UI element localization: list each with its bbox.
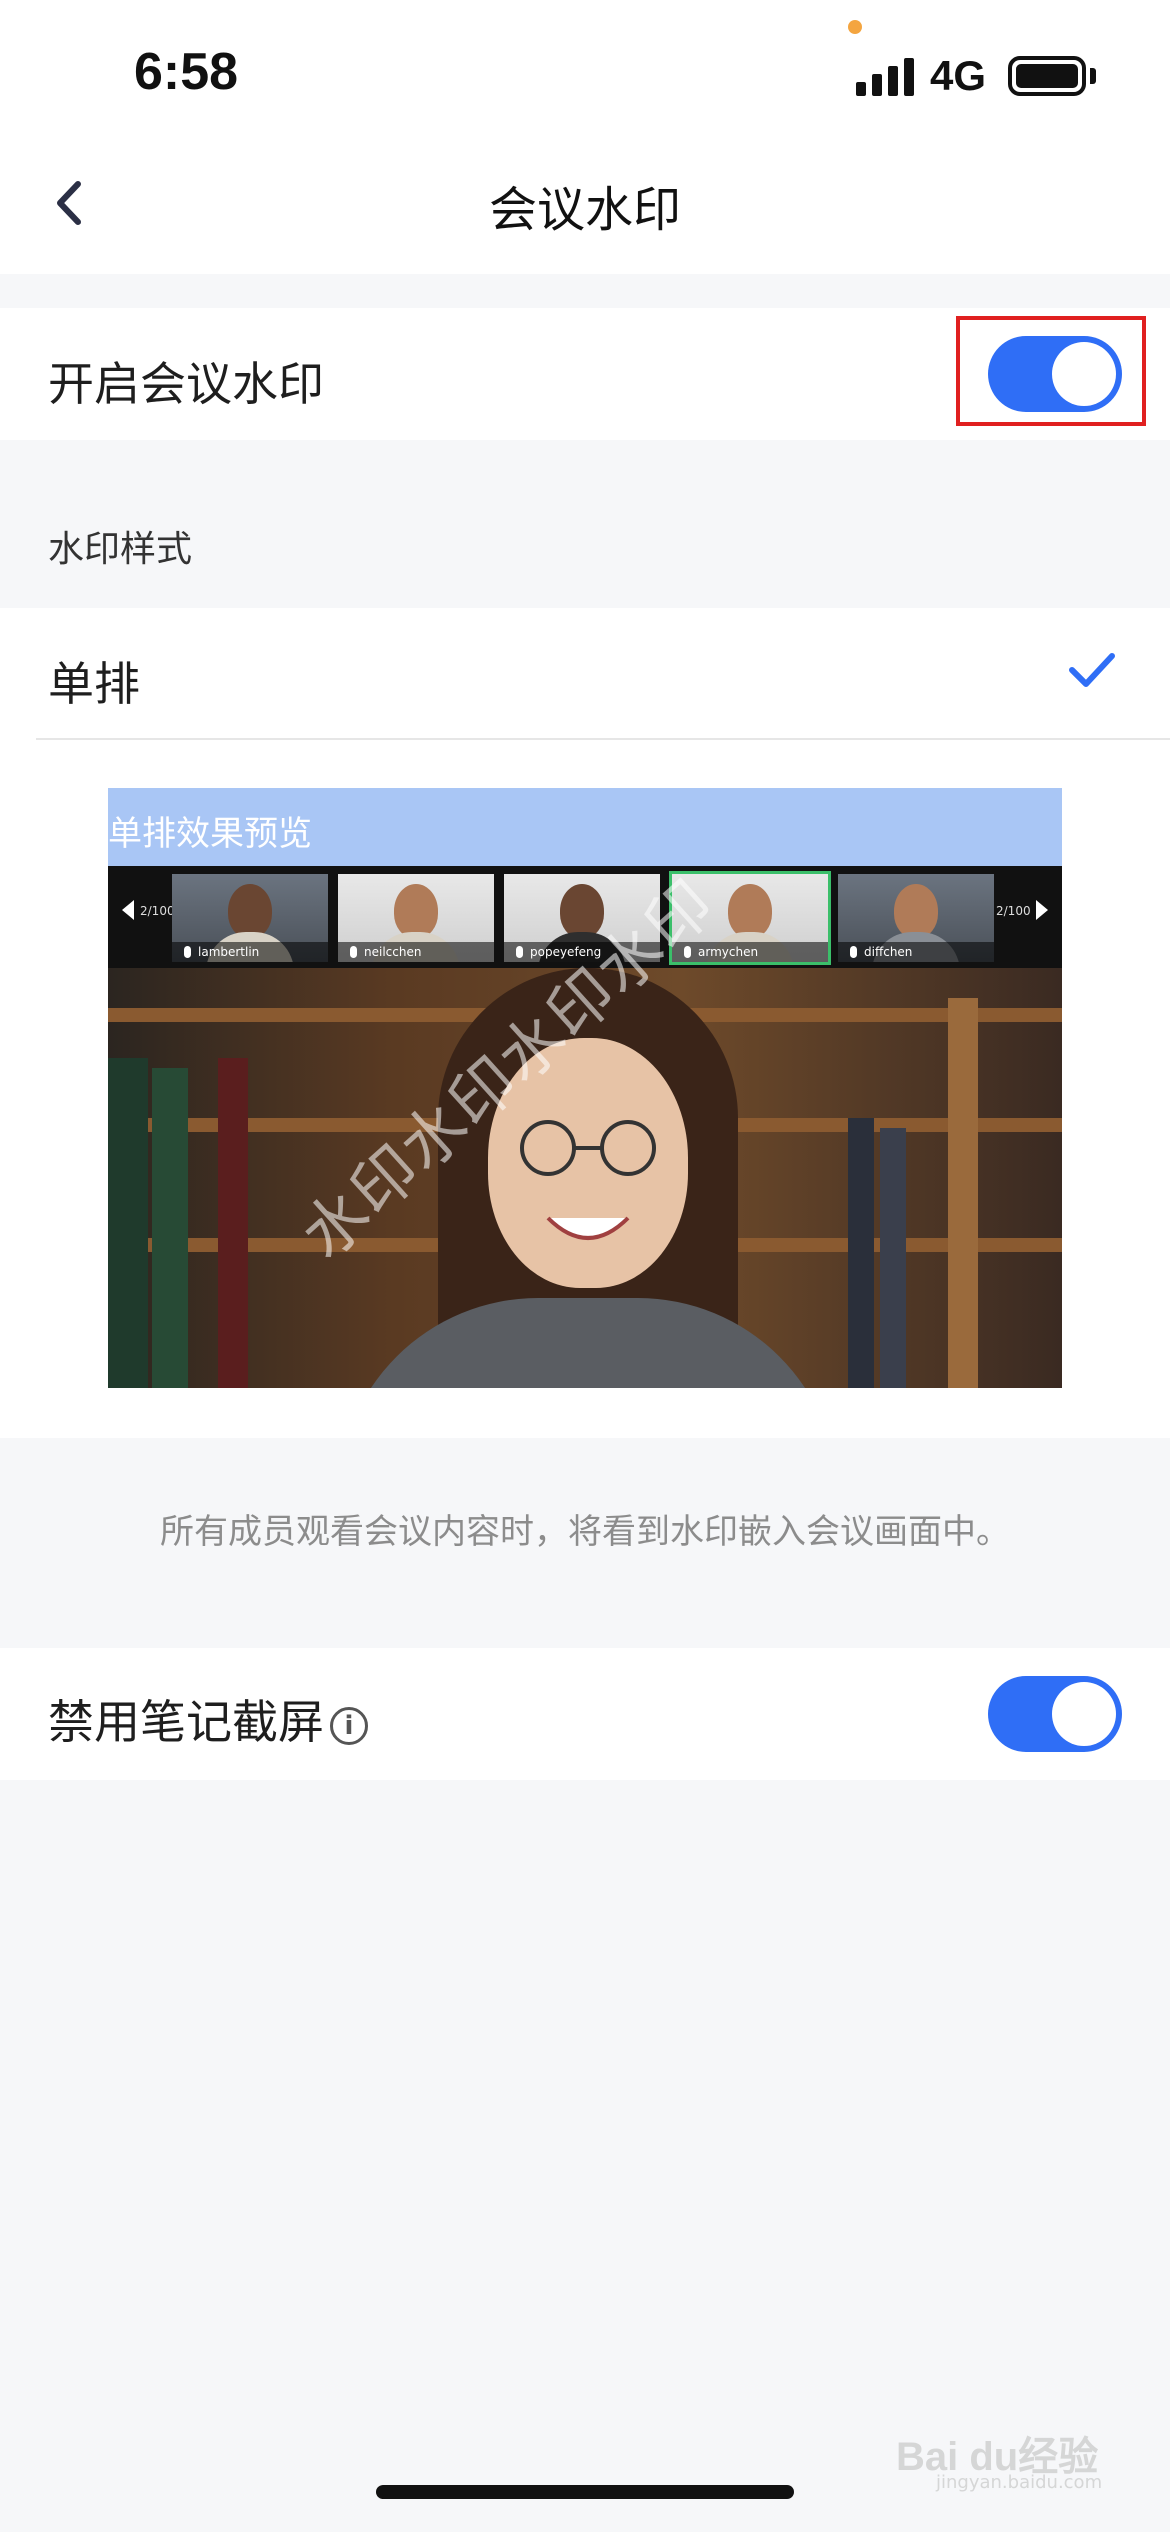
book xyxy=(948,998,978,1388)
status-bar: 6:58 4G xyxy=(0,0,1170,140)
participant-thumb: lambertlin xyxy=(172,874,328,962)
screenshot-toggle-row: 禁用笔记截屏 i xyxy=(0,1648,1170,1780)
book xyxy=(218,1058,248,1388)
nav-bar: 会议水印 xyxy=(0,140,1170,274)
status-time: 6:58 xyxy=(134,43,239,101)
participant-name: diffchen xyxy=(864,945,913,959)
book xyxy=(108,1058,148,1388)
mic-icon xyxy=(350,946,357,958)
page-title: 会议水印 xyxy=(488,182,681,238)
glasses-icon xyxy=(520,1120,656,1176)
info-icon[interactable]: i xyxy=(330,1706,368,1745)
watermark-description: 所有成员观看会议内容时，将看到水印嵌入会议画面中。 xyxy=(160,1512,1010,1552)
book xyxy=(152,1068,188,1388)
strip-page-left: 2/100 xyxy=(140,904,175,918)
signal-icon xyxy=(856,56,914,96)
section-header-style: 水印样式 xyxy=(48,529,193,570)
privacy-indicator-dot xyxy=(848,20,862,34)
participant-name: lambertlin xyxy=(198,945,260,959)
highlight-box xyxy=(956,316,1146,426)
watermark-toggle-label: 开启会议水印 xyxy=(48,357,324,411)
watermark-preview-image: 单排效果预览 2/100 lambertlin neilcchen popeye… xyxy=(108,788,1062,1388)
screenshot-toggle-label: 禁用笔记截屏 xyxy=(48,1695,324,1749)
style-option-label[interactable]: 单排 xyxy=(48,648,140,714)
divider xyxy=(36,738,1170,740)
battery-icon xyxy=(1008,56,1086,96)
book xyxy=(880,1128,906,1388)
screenshot-toggle-label-wrap: 禁用笔记截屏 i xyxy=(48,1686,368,1752)
toggle-knob xyxy=(1052,1682,1116,1746)
participant-thumb: neilcchen xyxy=(338,874,494,962)
strip-page-right: 2/100 xyxy=(996,904,1031,918)
mic-icon xyxy=(850,946,857,958)
mic-icon xyxy=(516,946,523,958)
network-label: 4G xyxy=(930,52,987,99)
check-icon xyxy=(1069,653,1115,687)
smile-icon xyxy=(546,1216,630,1240)
person-body xyxy=(338,1298,838,1388)
screenshot-toggle[interactable] xyxy=(988,1676,1122,1752)
participant-thumb: diffchen xyxy=(838,874,994,962)
preview-banner: 单排效果预览 xyxy=(108,788,1062,866)
mic-icon xyxy=(184,946,191,958)
arrow-right-icon xyxy=(1036,900,1048,920)
battery-tip xyxy=(1090,68,1096,84)
site-watermark-url: jingyan.baidu.com xyxy=(936,2472,1103,2493)
arrow-left-icon xyxy=(122,900,134,920)
book xyxy=(848,1118,874,1388)
participant-name: neilcchen xyxy=(364,945,422,959)
home-indicator[interactable] xyxy=(376,2485,794,2499)
participant-name: armychen xyxy=(698,945,759,959)
